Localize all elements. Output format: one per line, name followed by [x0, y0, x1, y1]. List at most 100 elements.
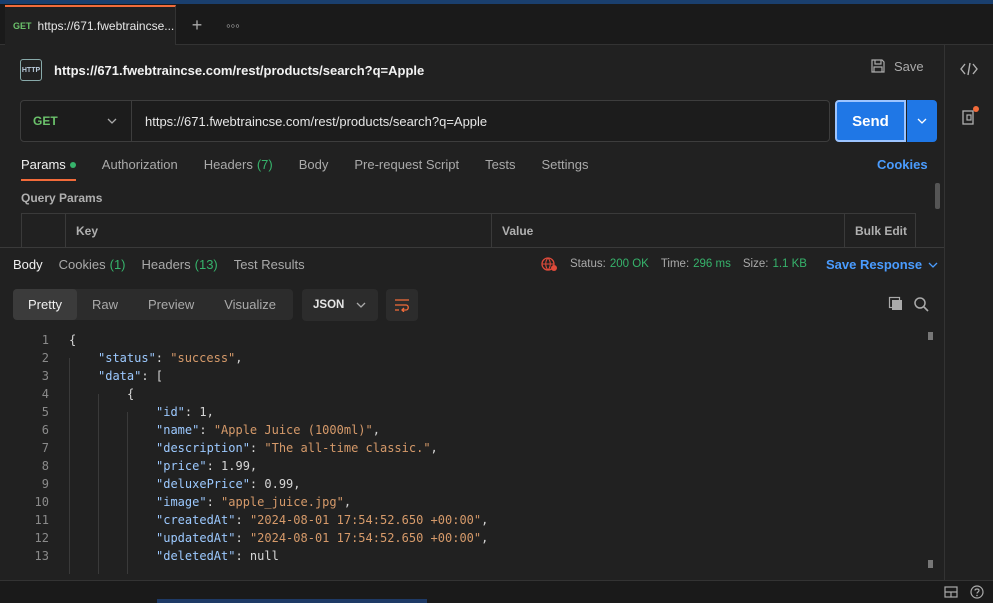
tab-method: GET [13, 21, 32, 31]
size-label: Size: [742, 258, 769, 270]
json-key: "status" [98, 351, 156, 365]
json-punctuation: , [481, 531, 489, 545]
json-punctuation: : [206, 495, 222, 509]
response-tab-cookies[interactable]: Cookies (1) [59, 257, 126, 272]
send-options-button[interactable] [907, 100, 937, 142]
tab-params-label: Params [21, 157, 66, 172]
code-text: "name": "Apple Juice (1000ml)", [156, 423, 380, 437]
chevron-down-icon [917, 118, 927, 124]
wrap-lines-button[interactable] [386, 289, 418, 321]
json-punctuation: , [372, 423, 380, 437]
tab-body[interactable]: Body [299, 157, 329, 181]
cookies-link[interactable]: Cookies [877, 157, 928, 172]
method-select[interactable]: GET [21, 101, 132, 141]
code-line: 11 "createdAt": "2024-08-01 17:54:52.650 … [0, 511, 930, 529]
json-key: "deletedAt" [156, 549, 236, 563]
request-tab[interactable]: GET https://671.fwebtraincse... [5, 5, 176, 45]
view-preview[interactable]: Preview [133, 289, 209, 320]
horizontal-scrollbar[interactable] [157, 599, 427, 603]
layout-toggle-icon[interactable] [944, 585, 958, 599]
response-tab-test-results[interactable]: Test Results [234, 257, 305, 272]
tab-tests[interactable]: Tests [485, 157, 515, 181]
response-body-editor[interactable]: 1{2 "status": "success", 3 "data": [4{5 "id"… [0, 330, 930, 574]
json-string: "2024-08-01 17:54:52.650 +00:00" [249, 531, 482, 545]
pane-divider[interactable] [0, 247, 944, 248]
url-input[interactable]: https://671.fwebtraincse.com/rest/produc… [132, 114, 487, 129]
save-response-button[interactable]: Save Response [826, 257, 938, 272]
code-line: 2 "status": "success", [0, 349, 930, 367]
view-pretty[interactable]: Pretty [13, 289, 77, 320]
chevron-down-icon [356, 302, 366, 308]
json-punctuation: { [127, 387, 135, 401]
time-value[interactable]: 296 ms [693, 258, 731, 270]
line-number: 3 [41, 369, 49, 383]
json-key: "id" [156, 405, 185, 419]
code-line: 5 "id": 1, [0, 403, 930, 421]
code-line: 12 "updatedAt": "2024-08-01 17:54:52.650 … [0, 529, 930, 547]
format-select[interactable]: JSON [302, 289, 378, 321]
documentation-icon[interactable] [957, 105, 981, 129]
json-key: "createdAt" [156, 513, 236, 527]
tab-params[interactable]: Params [21, 157, 76, 181]
view-raw[interactable]: Raw [77, 289, 133, 320]
status-value[interactable]: 200 OK [610, 258, 649, 270]
json-punctuation: : [235, 531, 250, 545]
response-tab-headers[interactable]: Headers (13) [142, 257, 218, 272]
response-tab-headers-label: Headers [141, 257, 191, 272]
code-text: { [127, 387, 134, 401]
code-text: "updatedAt": "2024-08-01 17:54:52.650 +0… [156, 531, 488, 545]
line-number: 8 [41, 459, 49, 473]
more-tabs-icon[interactable]: ◦◦◦ [220, 12, 246, 38]
code-line: 10 "image": "apple_juice.jpg", [0, 493, 930, 511]
code-text: "price": 1.99, [156, 459, 257, 473]
new-tab-icon[interactable]: + [184, 12, 210, 38]
search-icon[interactable] [913, 296, 929, 312]
params-indicator-dot [69, 162, 76, 168]
code-text: "description": "The all-time classic.", [156, 441, 438, 455]
code-line: 13 "deletedAt": null [0, 547, 930, 565]
response-view-switcher: Pretty Raw Preview Visualize [13, 289, 293, 320]
save-button[interactable]: Save [870, 58, 924, 74]
size-value[interactable]: 1.1 KB [772, 258, 807, 270]
tab-bar: GET https://671.fwebtraincse... + ◦◦◦ [0, 4, 993, 45]
request-bar: GET https://671.fwebtraincse.com/rest/pr… [20, 100, 830, 142]
response-tab-cookies-label: Cookies [58, 257, 106, 272]
line-number: 7 [41, 441, 49, 455]
query-params-table: Key Value Bulk Edit [21, 213, 916, 247]
code-line: 3 "data": [ [0, 367, 930, 385]
code-line: 4{ [0, 385, 930, 403]
response-tab-body[interactable]: Body [13, 257, 43, 272]
json-key: "data" [98, 369, 142, 383]
status-bar [0, 580, 993, 603]
line-number: 6 [41, 423, 49, 437]
json-punctuation: : [235, 513, 250, 527]
bulk-edit-button[interactable]: Bulk Edit [845, 214, 915, 247]
tab-prerequest-script[interactable]: Pre-request Script [354, 157, 459, 181]
editor-scrollbar-bottom[interactable] [928, 560, 933, 568]
json-key: "deluxePrice" [156, 477, 250, 491]
code-text: "deluxePrice": 0.99, [156, 477, 301, 491]
json-string: "success" [170, 351, 236, 365]
copy-icon[interactable] [888, 296, 904, 312]
editor-scrollbar-top[interactable] [928, 332, 933, 340]
help-icon[interactable] [970, 585, 984, 599]
response-cookies-count: (1) [109, 257, 126, 272]
view-visualize[interactable]: Visualize [209, 289, 291, 320]
tab-authorization[interactable]: Authorization [102, 157, 178, 181]
wrap-lines-icon [395, 299, 409, 312]
json-punctuation: { [69, 333, 77, 347]
save-label: Save [894, 58, 924, 74]
code-text: "deletedAt": null [156, 549, 279, 563]
query-params-title: Query Params [21, 191, 103, 205]
tab-settings[interactable]: Settings [541, 157, 588, 181]
code-text: "image": "apple_juice.jpg", [156, 495, 351, 509]
tab-headers[interactable]: Headers (7) [204, 157, 273, 181]
request-pane-scrollbar[interactable] [935, 183, 940, 209]
send-button[interactable]: Send [835, 100, 906, 142]
chevron-down-icon [928, 262, 938, 268]
json-string: "2024-08-01 17:54:52.650 +00:00" [249, 513, 482, 527]
code-line: 9 "deluxePrice": 0.99, [0, 475, 930, 493]
network-globe-icon[interactable] [540, 256, 558, 272]
json-string: "Apple Juice (1000ml)" [213, 423, 373, 437]
code-snippet-icon[interactable] [957, 57, 981, 81]
